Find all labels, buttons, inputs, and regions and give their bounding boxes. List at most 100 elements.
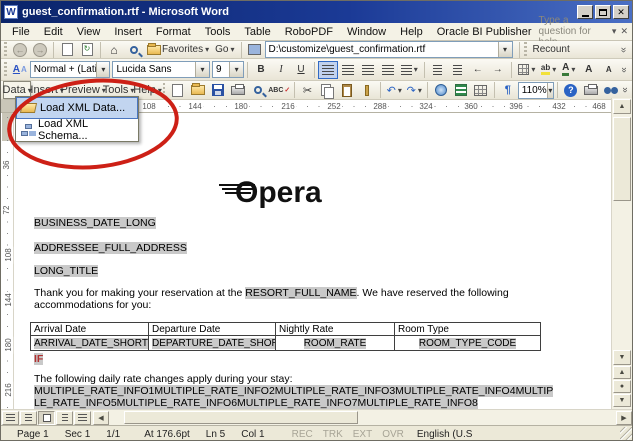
menu-window[interactable]: Window [340,25,393,39]
menu-help[interactable]: Help [393,25,430,39]
line-spacing-button[interactable]: ▾ [398,61,421,79]
decrease-indent-button[interactable]: ← [468,61,488,79]
vertical-scroll-thumb[interactable] [613,117,631,201]
outline-view-button[interactable] [56,411,73,425]
scroll-down-button[interactable]: ▼ [613,350,631,365]
align-right-button[interactable] [358,61,378,79]
reservation-table[interactable]: Arrival Date Departure Date Nightly Rate… [30,322,541,351]
bold-button[interactable]: B [251,61,271,79]
paragraph-reservation[interactable]: Thank you for making your reservation at… [34,287,540,311]
status-ext[interactable]: EXT [348,429,377,440]
menu-insert[interactable]: Insert [107,25,149,39]
horizontal-scrollbar[interactable]: ◀ ▶ [1,409,633,425]
font-color-button[interactable]: A▾ [559,61,579,79]
go-button[interactable]: Go ▾ [212,41,237,59]
recount-button[interactable]: Recount [530,41,600,59]
menu-item-load-xml-schema[interactable]: Load XML Schema... [16,119,138,141]
undo-button[interactable]: ↶▾ [384,81,404,99]
toolbar-options-chevron[interactable]: » [616,85,633,94]
menu-view[interactable]: View [70,25,108,39]
insert-table-button[interactable] [471,81,491,99]
insert-excel-button[interactable] [451,81,471,99]
menu-file[interactable]: File [5,25,37,39]
paste-button[interactable] [337,81,357,99]
vertical-scrollbar[interactable]: ▲ ▼ ▲ ● ▼ [611,98,632,409]
print-layout-view-button[interactable] [38,411,55,425]
field-resort-name[interactable]: RESORT_FULL_NAME [245,287,356,299]
field-long-title[interactable]: LONG_TITLE [34,265,98,277]
format-painter-button[interactable] [357,81,377,99]
chevron-down-icon[interactable]: ▾ [547,83,553,98]
chevron-down-icon[interactable]: ▾ [612,26,617,37]
insert-hyperlink-button[interactable] [431,81,451,99]
print-preview-button[interactable] [248,81,268,99]
stop-button[interactable] [57,41,77,59]
menu-oracle-bi-publisher[interactable]: Oracle BI Publisher [430,25,539,39]
close-icon[interactable]: ✕ [620,26,628,37]
forward-button[interactable]: → [30,41,50,59]
align-left-button[interactable] [318,61,338,79]
next-page-button[interactable]: ▼ [613,394,631,407]
scroll-right-button[interactable]: ▶ [616,411,632,425]
status-trk[interactable]: TRK [318,429,348,440]
menu-robopdf[interactable]: RoboPDF [278,25,340,39]
select-browse-object-button[interactable]: ● [613,380,631,393]
font-size-combo[interactable]: 9 ▾ [212,61,244,78]
rate-info-fields[interactable]: MULTIPLE_RATE_INFO1MULTIPLE_RATE_INFO2MU… [34,385,558,409]
field-business-date[interactable]: BUSINESS_DATE_LONG [34,217,156,229]
menu-table[interactable]: Table [237,25,277,39]
spelling-button[interactable]: ABC✓ [268,81,291,99]
multiple-rate-info[interactable]: MULTIPLE_RATE_INFO1MULTIPLE_RATE_INFO2MU… [34,385,553,409]
vertical-ruler[interactable]: 36 72 108 144 180 216 [1,113,14,409]
field-arrival-date[interactable]: ARRIVAL_DATE_SHORT [34,338,148,349]
show-hide-marks-button[interactable]: ¶ [498,81,518,99]
toolbar-grip[interactable] [4,42,7,57]
align-center-button[interactable] [338,61,358,79]
style-combo[interactable]: Normal + (Latir ▾ [30,61,111,78]
chevron-down-icon[interactable]: ▾ [498,42,512,57]
address-combo[interactable]: D:\customize\guest_confirmation.rtf ▾ [265,41,513,58]
status-rec[interactable]: REC [287,429,318,440]
chevron-down-icon[interactable]: ▾ [229,62,243,77]
normal-view-button[interactable] [2,411,19,425]
field-departure-date[interactable]: DEPARTURE_DATE_SHORT [152,338,276,349]
resize-grip[interactable] [620,427,633,441]
quick-print-button[interactable] [581,81,601,99]
menu-edit[interactable]: Edit [37,25,70,39]
grow-font-button[interactable]: A [579,61,599,79]
font-combo[interactable]: Lucida Sans ▾ [112,61,210,78]
field-room-type-code[interactable]: ROOM_TYPE_CODE [419,338,516,349]
chevron-down-icon[interactable]: ▾ [195,62,209,77]
numbering-button[interactable] [428,61,448,79]
highlight-button[interactable]: ab▾ [538,61,558,79]
reading-layout-button[interactable] [74,411,91,425]
new-document-button[interactable] [168,81,188,99]
styles-and-formatting-button[interactable]: A A [10,61,30,79]
show-web-toolbar-button[interactable] [245,41,265,59]
scroll-up-button[interactable]: ▲ [613,99,631,114]
toolbar-grip[interactable] [163,83,165,98]
redo-button[interactable]: ↷▾ [404,81,424,99]
status-ovr[interactable]: OVR [377,429,409,440]
justify-button[interactable] [378,61,398,79]
home-button[interactable]: ⌂ [104,41,124,59]
increase-indent-button[interactable]: → [488,61,508,79]
border-button[interactable]: ▾ [515,61,539,79]
search-web-button[interactable] [124,41,144,59]
horizontal-scroll-thumb[interactable] [124,411,358,424]
save-button[interactable] [208,81,228,99]
menu-tools[interactable]: Tools [198,25,238,39]
zoom-combo[interactable]: 110% ▾ [518,82,554,99]
copy-button[interactable] [317,81,337,99]
refresh-button[interactable]: ↻ [77,41,97,59]
open-button[interactable] [188,81,208,99]
print-button[interactable] [228,81,248,99]
toolbar-options-chevron[interactable]: » [615,64,633,75]
menu-format[interactable]: Format [149,25,198,39]
web-layout-view-button[interactable] [20,411,37,425]
scroll-left-button[interactable]: ◀ [93,411,109,425]
favorites-button[interactable]: Favorites ▾ [144,41,212,59]
underline-button[interactable]: U [291,61,311,79]
toolbar-grip[interactable] [524,42,527,57]
help-button[interactable]: ? [561,81,581,99]
